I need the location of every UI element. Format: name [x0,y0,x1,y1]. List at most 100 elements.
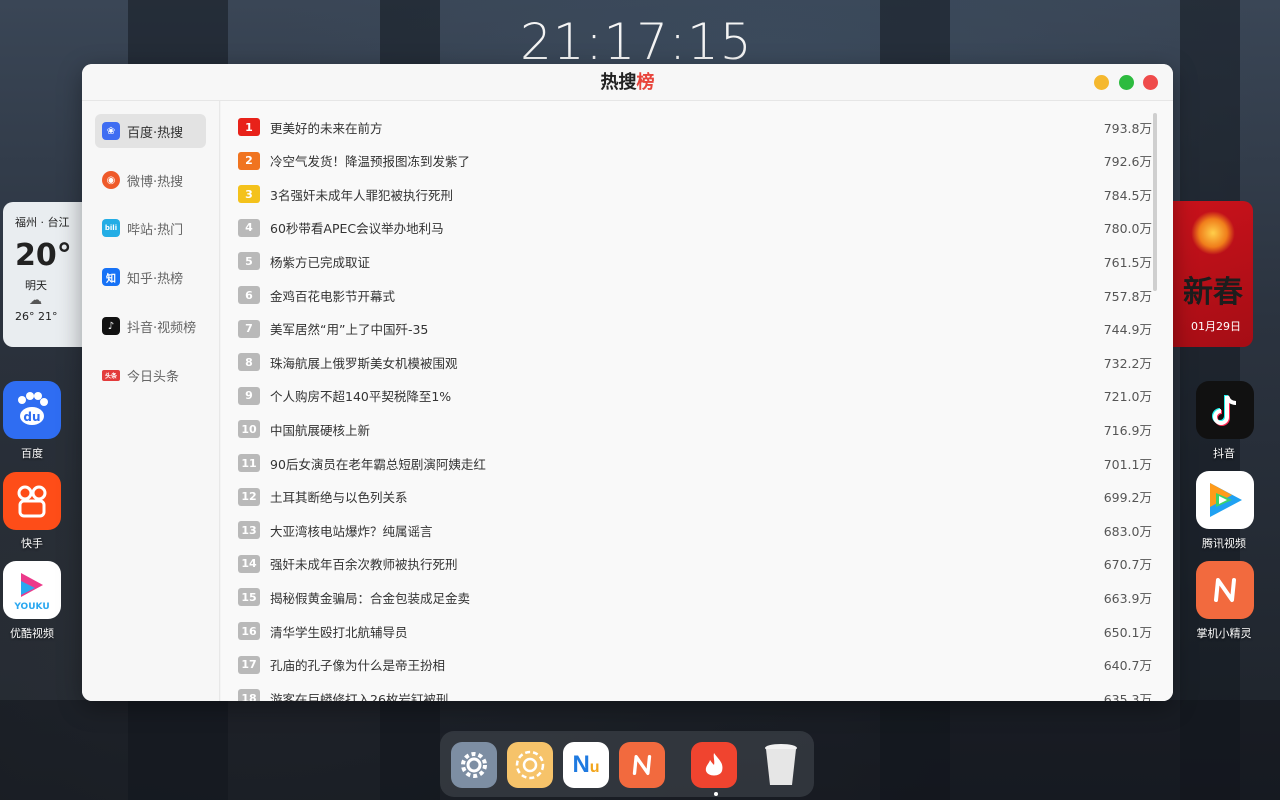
calendar-character: 新春 [1183,275,1243,310]
baidu-app-label: 百度 [21,447,43,460]
source-sidebar: ❀ 百度·热搜 ◉ 微博·热搜 bili 哔站·热门 知 知乎·热榜 ♪ 抖音·… [82,101,220,701]
sidebar-item-label: 哔站·热门 [127,222,184,238]
cloud-icon: ☁ [29,293,42,308]
hot-list-row[interactable]: 11 90后女演员在老年霸总短剧演阿姨走红 701.1万 [238,451,1152,475]
weather-location: 福州 · 台江 [15,216,70,229]
nu-app-icon[interactable]: Nu [563,742,609,788]
sidebar-item-toutiao[interactable]: 头条 今日头条 [95,358,206,392]
sidebar-item-label: 抖音·视频榜 [127,320,197,336]
hot-topic-title[interactable]: 大亚湾核电站爆炸？纯属谣言 [270,521,1082,540]
hot-list-row[interactable]: 10 中国航展硬核上新 716.9万 [238,417,1152,441]
calendar-widget[interactable]: 新春 01月29日 [1173,201,1253,347]
weather-day: 明天 [25,279,47,292]
hot-topic-title[interactable]: 60秒带看APEC会议举办地利马 [270,218,1082,237]
hot-list-row[interactable]: 8 珠海航展上俄罗斯美女机模被围观 732.2万 [238,350,1152,374]
hot-list-row[interactable]: 14 强奸未成年百余次教师被执行死刑 670.7万 [238,552,1152,576]
hot-topic-title[interactable]: 杨紫方已完成取证 [270,252,1082,271]
weather-temperature: 20° [15,238,72,273]
hot-list-row[interactable]: 12 土耳其断绝与以色列关系 699.2万 [238,485,1152,509]
rank-badge: 16 [238,622,260,640]
toutiao-icon: 头条 [102,369,120,381]
hot-list-row[interactable]: 3 3名强奸未成年人罪犯被执行死刑 784.5万 [238,182,1152,206]
hot-list-row[interactable]: 7 美军居然“用”上了中国歼-35 744.9万 [238,317,1152,341]
rank-badge: 11 [238,454,260,472]
rank-badge: 6 [238,286,260,304]
tencent-video-app-icon[interactable] [1196,471,1254,529]
minimize-button[interactable] [1094,75,1109,90]
rank-badge: 15 [238,588,260,607]
sunflower-icon[interactable] [507,742,553,788]
hot-list-row[interactable]: 13 大亚湾核电站爆炸？纯属谣言 683.0万 [238,518,1152,542]
flower-icon [515,750,545,780]
hot-list-row[interactable]: 18 游客在巨蟒修打入26枚岩钉被刑 635.3万 [238,686,1152,701]
hot-topic-title[interactable]: 土耳其断绝与以色列关系 [270,487,1082,506]
hot-list-row[interactable]: 16 清华学生殴打北航辅导员 650.1万 [238,619,1152,643]
weather-range: 26° 21° [15,310,58,323]
hot-topic-title[interactable]: 孔庙的孔子像为什么是帝王扮相 [270,655,1082,674]
trash-icon[interactable] [758,742,804,788]
hot-topic-title[interactable]: 清华学生殴打北航辅导员 [270,622,1082,641]
heat-value: 721.0万 [1103,389,1152,405]
kuaishou-camera-icon [17,485,47,518]
kuaishou-app-icon[interactable] [3,472,61,530]
heat-value: 761.5万 [1103,254,1152,270]
hot-topic-title[interactable]: 珠海航展上俄罗斯美女机模被围观 [270,353,1082,372]
hot-topic-title[interactable]: 强奸未成年百余次教师被执行死刑 [270,554,1082,573]
rank-badge: 18 [238,689,260,701]
window-titlebar[interactable]: 热搜榜 [82,64,1173,101]
close-button[interactable] [1143,75,1158,90]
hot-topic-title[interactable]: 游客在巨蟒修打入26枚岩钉被刑 [270,689,1082,701]
settings-icon[interactable] [451,742,497,788]
heat-value: 635.3万 [1103,691,1152,701]
hot-topic-title[interactable]: 冷空气发货！降温预报图冻到发紫了 [270,151,1082,170]
window-title: 热搜榜 [82,64,1173,102]
weather-widget[interactable]: 福州 · 台江 20° 明天 ☁ 26° 21° [3,202,83,347]
heat-value: 716.9万 [1103,422,1152,438]
heat-value: 780.0万 [1103,221,1152,237]
flame-icon[interactable] [691,742,737,788]
youku-app-icon[interactable]: YOUKU [3,561,61,619]
hot-search-window: 热搜榜 ❀ 百度·热搜 ◉ 微博·热搜 bili 哔站·热门 知 知乎·热榜 ♪… [82,64,1173,701]
sidebar-item-douyin[interactable]: ♪ 抖音·视频榜 [95,309,206,343]
hot-topic-title[interactable]: 个人购房不超140平契税降至1% [270,386,1082,405]
heat-value: 744.9万 [1103,322,1152,338]
heat-value: 757.8万 [1103,288,1152,304]
calendar-date: 01月29日 [1191,320,1241,333]
sidebar-item-weibo[interactable]: ◉ 微博·热搜 [95,163,206,197]
hot-topic-title[interactable]: 揭秘假黄金骗局：合金包装成足金卖 [270,588,1082,607]
sidebar-item-baidu[interactable]: ❀ 百度·热搜 [95,114,206,148]
hot-topic-title[interactable]: 90后女演员在老年霸总短剧演阿姨走红 [270,454,1082,473]
heat-value: 663.9万 [1103,590,1152,606]
hot-list-row[interactable]: 6 金鸡百花电影节开幕式 757.8万 [238,283,1152,307]
hot-list-row[interactable]: 5 杨紫方已完成取证 761.5万 [238,249,1152,273]
heat-value: 732.2万 [1103,355,1152,371]
baidu-icon: ❀ [102,122,120,140]
nu-app-logo: Nu [572,751,600,778]
rank-badge: 14 [238,554,260,573]
maximize-button[interactable] [1119,75,1134,90]
hot-list-row[interactable]: 17 孔庙的孔子像为什么是帝王扮相 640.7万 [238,653,1152,677]
window-title-main: 热搜 [600,72,637,93]
hot-list-row[interactable]: 9 个人购房不超140平契税降至1% 721.0万 [238,384,1152,408]
sidebar-item-zhihu[interactable]: 知 知乎·热榜 [95,260,206,294]
n-app-icon[interactable] [619,742,665,788]
weibo-icon: ◉ [102,171,120,189]
hot-list-row[interactable]: 15 揭秘假黄金骗局：合金包装成足金卖 663.9万 [238,585,1152,609]
douyin-app-icon[interactable] [1196,381,1254,439]
hot-list-row[interactable]: 2 冷空气发货！降温预报图冻到发紫了 792.6万 [238,149,1152,173]
hot-topic-title[interactable]: 美军居然“用”上了中国歼-35 [270,319,1082,338]
zhangji-app-icon[interactable] [1196,561,1254,619]
list-scrollbar[interactable] [1153,113,1157,291]
heat-value: 784.5万 [1103,187,1152,203]
hot-list[interactable]: 1 更美好的未来在前方 793.8万 2 冷空气发货！降温预报图冻到发紫了 792.6万 3… [221,101,1173,701]
kuaishou-app-label: 快手 [21,537,43,550]
hot-list-row[interactable]: 4 60秒带看APEC会议举办地利马 780.0万 [238,216,1152,240]
baidu-app-icon[interactable]: du [3,381,61,439]
hot-topic-title[interactable]: 3名强奸未成年人罪犯被执行死刑 [270,185,1082,204]
sidebar-item-bilibili[interactable]: bili 哔站·热门 [95,211,206,245]
sidebar-item-label: 百度·热搜 [127,125,184,141]
hot-topic-title[interactable]: 中国航展硬核上新 [270,420,1082,439]
hot-list-row[interactable]: 1 更美好的未来在前方 793.8万 [238,115,1152,139]
hot-topic-title[interactable]: 更美好的未来在前方 [270,118,1082,137]
hot-topic-title[interactable]: 金鸡百花电影节开幕式 [270,286,1082,305]
